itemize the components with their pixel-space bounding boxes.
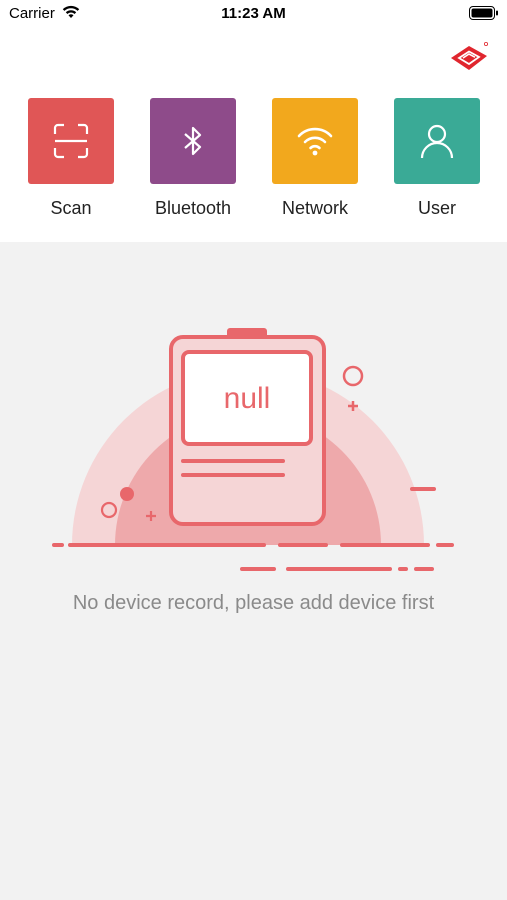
wifi-icon — [297, 127, 333, 156]
scan-button[interactable] — [28, 98, 114, 184]
scan-icon — [53, 123, 89, 159]
network-button[interactable] — [272, 98, 358, 184]
bluetooth-icon — [184, 126, 202, 156]
empty-state-message: No device record, please add device firs… — [72, 592, 435, 614]
status-bar: Carrier 11:23 AM — [0, 0, 507, 28]
network-label: Network — [281, 198, 348, 218]
scan-label: Scan — [50, 198, 92, 218]
device-screen-text: null — [224, 382, 271, 415]
empty-device-illustration: null — [52, 328, 454, 571]
user-button[interactable] — [394, 98, 480, 184]
bluetooth-button[interactable] — [150, 98, 236, 184]
user-label: User — [417, 198, 456, 218]
user-icon — [420, 124, 454, 159]
status-time: 11:23 AM — [221, 5, 286, 22]
bluetooth-label: Bluetooth — [154, 198, 232, 218]
header-panel: Scan Bluetooth Network User — [0, 28, 507, 242]
brand-logo — [451, 42, 489, 70]
battery-icon — [469, 6, 498, 20]
